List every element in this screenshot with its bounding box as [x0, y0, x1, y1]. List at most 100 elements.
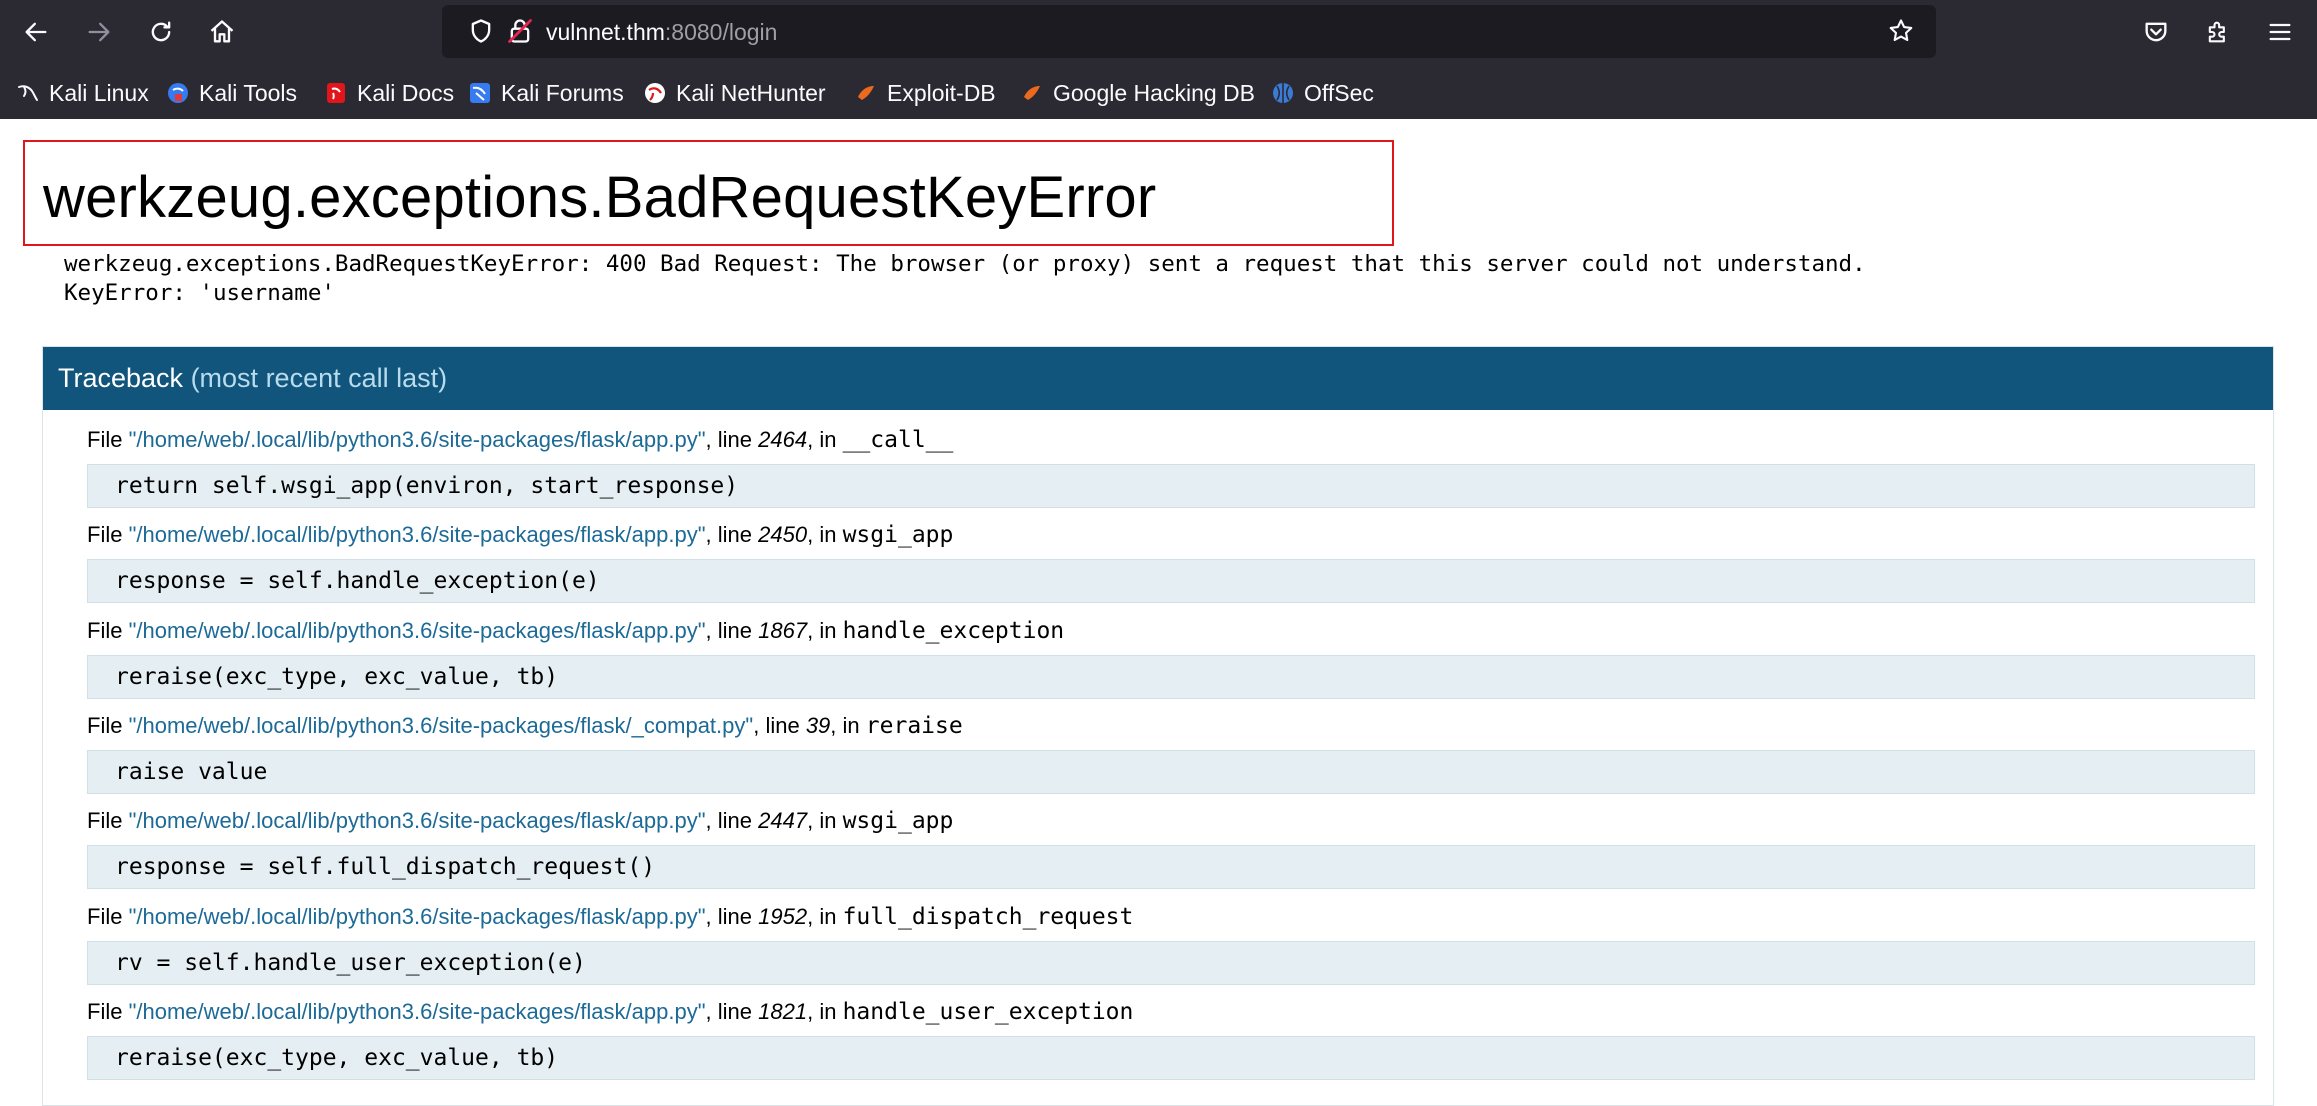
file-word: File [87, 617, 123, 643]
kali-docs-icon [324, 81, 348, 105]
frame-location: File "/home/web/.local/lib/python3.6/sit… [87, 903, 1134, 930]
frame-source-line[interactable]: response = self.full_dispatch_request() [87, 845, 2255, 890]
url-bar[interactable]: vulnnet.thm:8080/login [442, 5, 1936, 58]
kali-forums-icon [468, 81, 492, 105]
insecure-lock-icon[interactable] [506, 17, 534, 49]
frame-source-line[interactable]: raise value [87, 749, 2255, 794]
kali-dragon-icon [16, 81, 40, 105]
page-title: werkzeug.exceptions.BadRequestKeyError [43, 165, 1157, 230]
file-word: File [87, 998, 123, 1024]
bookmark-kali-linux[interactable]: Kali Linux [16, 78, 149, 108]
frame-filename[interactable]: "/home/web/.local/lib/python3.6/site-pac… [129, 618, 706, 643]
frame-function: wsgi_app [842, 522, 954, 549]
line-word: line [717, 617, 753, 643]
extensions-button[interactable] [2196, 10, 2240, 54]
frame-filename[interactable]: "/home/web/.local/lib/python3.6/site-pac… [129, 713, 754, 738]
traceback-frame: File "/home/web/.local/lib/python3.6/sit… [87, 808, 2255, 903]
line-word: line [717, 998, 753, 1024]
frame-location: File "/home/web/.local/lib/python3.6/sit… [87, 712, 963, 739]
frame-filename[interactable]: "/home/web/.local/lib/python3.6/site-pac… [129, 999, 706, 1024]
frame-location: File "/home/web/.local/lib/python3.6/sit… [87, 427, 954, 453]
bookmarks-toolbar: Kali Linux Kali Tools Kali Docs Kali For… [0, 66, 2317, 119]
frame-filename[interactable]: "/home/web/.local/lib/python3.6/site-pac… [129, 522, 706, 547]
forward-button[interactable] [77, 10, 121, 54]
traceback-panel: Traceback (most recent call last) File "… [42, 346, 2274, 1106]
file-word: File [87, 903, 123, 929]
reload-button[interactable] [139, 10, 183, 54]
frame-filename[interactable]: "/home/web/.local/lib/python3.6/site-pac… [129, 904, 706, 929]
traceback-label: Traceback [58, 363, 184, 393]
in-word: in [842, 712, 860, 738]
bookmark-offsec[interactable]: OffSec [1271, 78, 1374, 108]
in-word: in [819, 808, 837, 834]
bookmark-label: Kali Linux [49, 79, 149, 106]
line-word: line [717, 427, 753, 452]
error-message: werkzeug.exceptions.BadRequestKeyError: … [64, 250, 1866, 308]
traceback-header: Traceback (most recent call last) [43, 347, 2273, 410]
error-key-line: KeyError: 'username' [64, 280, 335, 306]
kali-nethunter-icon [643, 81, 667, 105]
frame-function: wsgi_app [842, 808, 954, 835]
url-text[interactable]: vulnnet.thm:8080/login [546, 19, 777, 46]
frame-line-number: 2450 [758, 522, 808, 548]
frame-line-number: 1867 [758, 617, 808, 643]
bookmark-kali-tools[interactable]: Kali Tools [166, 78, 297, 108]
traceback-frame: File "/home/web/.local/lib/python3.6/sit… [87, 522, 2255, 617]
frame-line-number: 1821 [758, 998, 808, 1024]
bookmark-google-hacking-db[interactable]: Google Hacking DB [1020, 78, 1255, 108]
frame-line-number: 2447 [758, 808, 808, 834]
frame-location: File "/home/web/.local/lib/python3.6/sit… [87, 522, 954, 549]
hamburger-menu-icon [2269, 23, 2291, 41]
frame-line-number: 1952 [758, 903, 808, 929]
offsec-icon [1271, 81, 1295, 105]
kali-tools-icon [166, 81, 190, 105]
puzzle-icon [2208, 21, 2225, 43]
bookmark-exploit-db[interactable]: Exploit-DB [854, 78, 996, 108]
bookmark-label: Kali NetHunter [676, 79, 826, 106]
frame-filename[interactable]: "/home/web/.local/lib/python3.6/site-pac… [129, 427, 706, 452]
shield-icon[interactable] [467, 17, 495, 49]
ghdb-icon [1020, 81, 1044, 105]
file-word: File [87, 522, 123, 548]
in-word: in [819, 427, 837, 452]
traceback-frame: File "/home/web/.local/lib/python3.6/sit… [87, 427, 2255, 522]
frame-line-number: 2464 [758, 427, 808, 452]
frame-line-number: 39 [805, 712, 831, 738]
frame-source-line[interactable]: return self.wsgi_app(environ, start_resp… [87, 464, 2255, 508]
in-word: in [819, 998, 837, 1024]
frame-function: handle_user_exception [842, 998, 1134, 1025]
frame-filename[interactable]: "/home/web/.local/lib/python3.6/site-pac… [129, 808, 706, 833]
frame-source-line[interactable]: reraise(exc_type, exc_value, tb) [87, 1035, 2255, 1080]
frame-function: handle_exception [842, 617, 1065, 644]
home-button[interactable] [200, 10, 244, 54]
url-host: vulnnet.thm [546, 19, 665, 45]
back-button[interactable] [14, 10, 58, 54]
traceback-sub: (most recent call last) [190, 363, 448, 393]
traceback-frame: File "/home/web/.local/lib/python3.6/sit… [87, 618, 2255, 713]
in-word: in [819, 522, 837, 548]
arrow-right-icon [88, 22, 110, 42]
frame-source-line[interactable]: rv = self.handle_user_exception(e) [87, 940, 2255, 985]
file-word: File [87, 427, 123, 452]
bookmark-label: OffSec [1304, 79, 1374, 106]
frame-source-line[interactable]: reraise(exc_type, exc_value, tb) [87, 654, 2255, 699]
traceback-frame: File "/home/web/.local/lib/python3.6/sit… [87, 999, 2255, 1094]
bookmark-label: Google Hacking DB [1053, 79, 1255, 106]
bookmark-kali-forums[interactable]: Kali Forums [468, 78, 624, 108]
bookmark-kali-nethunter[interactable]: Kali NetHunter [643, 78, 826, 108]
pocket-icon [2145, 22, 2167, 42]
frame-function: reraise [865, 712, 963, 739]
in-word: in [819, 903, 837, 929]
menu-button[interactable] [2258, 10, 2302, 54]
arrow-left-icon [25, 22, 47, 42]
url-port-path: :8080/login [664, 19, 778, 45]
pocket-button[interactable] [2134, 10, 2178, 54]
frame-source-line[interactable]: response = self.handle_exception(e) [87, 559, 2255, 604]
error-message-line: werkzeug.exceptions.BadRequestKeyError: … [64, 251, 1866, 277]
exploit-db-icon [854, 81, 878, 105]
bookmark-star-icon[interactable] [1887, 17, 1915, 49]
bookmark-label: Kali Forums [501, 79, 624, 106]
reload-icon [151, 21, 171, 42]
frame-location: File "/home/web/.local/lib/python3.6/sit… [87, 617, 1065, 644]
bookmark-kali-docs[interactable]: Kali Docs [324, 78, 454, 108]
